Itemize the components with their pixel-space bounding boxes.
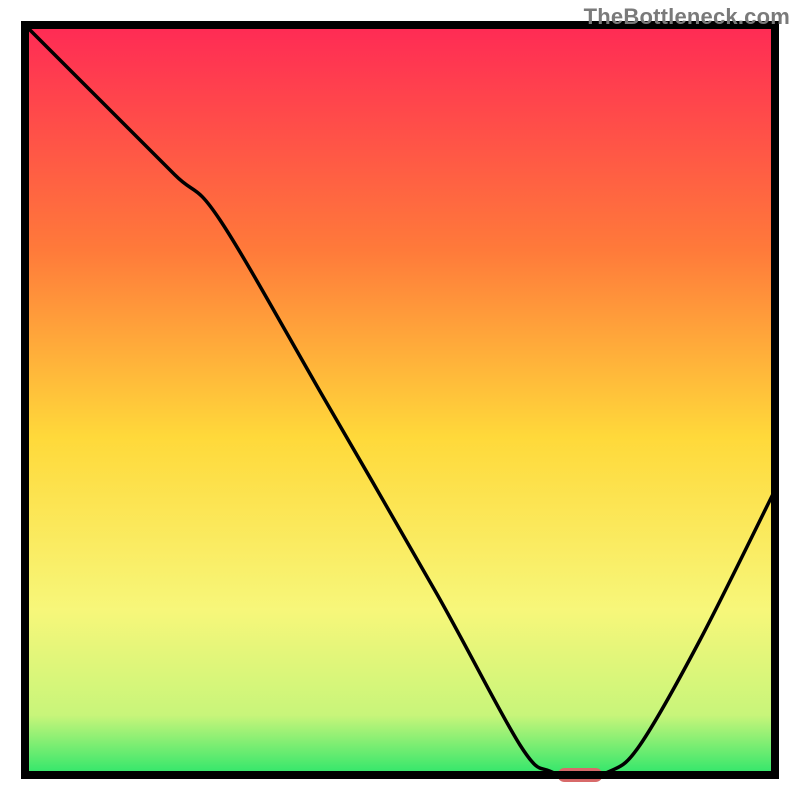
chart-container: TheBottleneck.com [0,0,800,800]
watermark-text: TheBottleneck.com [584,4,790,30]
bottleneck-chart [0,0,800,800]
